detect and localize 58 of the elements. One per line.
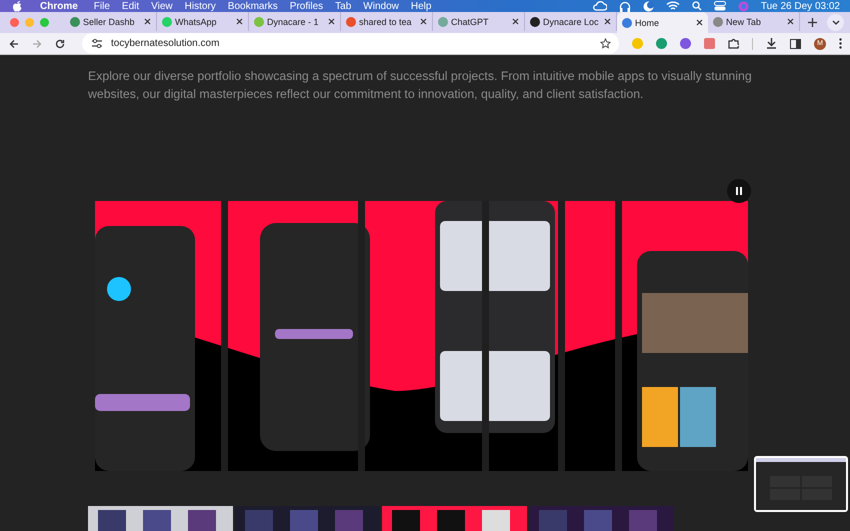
reload-icon[interactable] [55,38,65,48]
site-settings-icon[interactable] [92,39,102,48]
more-icon[interactable] [839,38,842,49]
browser-tab[interactable]: shared to tea [341,12,433,31]
favicon-icon [622,18,632,28]
address-bar[interactable]: tocybernatesolution.com [82,33,619,54]
side-panel-icon[interactable] [790,38,801,48]
favicon-icon [713,16,723,26]
tab-search-button[interactable] [827,14,844,31]
menu-item[interactable]: History [184,0,216,12]
browser-tab[interactable]: Dynacare - 1 [249,12,341,31]
extension-icon[interactable] [680,38,691,49]
extension-icon[interactable] [656,38,667,49]
menu-item[interactable]: Bookmarks [228,0,278,12]
menu-item[interactable]: Help [410,0,432,12]
pause-button[interactable] [727,179,751,203]
favicon-icon [438,16,448,26]
pause-icon [736,187,742,195]
browser-tab[interactable]: Seller Dashb [65,12,157,31]
close-icon[interactable] [512,18,519,25]
download-icon[interactable] [766,38,777,49]
back-icon[interactable] [9,38,19,48]
browser-tab[interactable]: Home [617,12,708,33]
menu-item[interactable]: Window [363,0,399,12]
close-icon[interactable] [604,18,611,25]
close-icon[interactable] [236,18,243,25]
favicon-icon [346,16,356,26]
menu-item[interactable]: Edit [122,0,140,12]
control-center-icon[interactable] [714,1,726,11]
menu-item[interactable]: Profiles [290,0,324,12]
wifi-icon[interactable] [666,1,680,11]
menu-clock[interactable]: Tue 26 Dey 03:02 [760,0,840,12]
new-tab-icon[interactable] [808,18,817,27]
menu-item[interactable]: View [151,0,173,12]
browser-tab[interactable]: ChatGPT [433,12,525,31]
browser-tab[interactable]: WhatsApp [157,12,249,31]
intro-paragraph: Explore our diverse portfolio showcasing a spectrum of successful projects. From intuitive mobile apps to visually stunning websites, our digital masterpieces reflect our commitment to innovation, quality, and client satisfaction. [88,68,753,103]
star-icon[interactable] [600,38,611,49]
cloud-icon[interactable] [592,1,607,11]
menu-app-name[interactable]: Chrome [40,0,78,12]
menu-item[interactable]: Tab [335,0,352,12]
menu-item[interactable]: File [94,0,110,12]
close-icon[interactable] [328,18,335,25]
close-icon[interactable] [420,18,427,25]
favicon-icon [70,16,80,26]
close-icon[interactable] [696,19,703,26]
close-icon[interactable] [144,18,151,25]
apple-icon[interactable] [12,0,22,12]
chevron-down-icon [832,20,840,25]
search-icon[interactable] [692,1,702,11]
favicon-icon [530,16,540,26]
moon-icon[interactable] [642,0,654,12]
close-icon[interactable] [787,18,794,25]
favicon-icon [162,16,172,26]
favicon-icon [254,16,264,26]
browser-tab[interactable]: New Tab [708,12,800,31]
puzzle-icon[interactable] [728,38,739,49]
headphones-icon[interactable] [618,0,631,12]
